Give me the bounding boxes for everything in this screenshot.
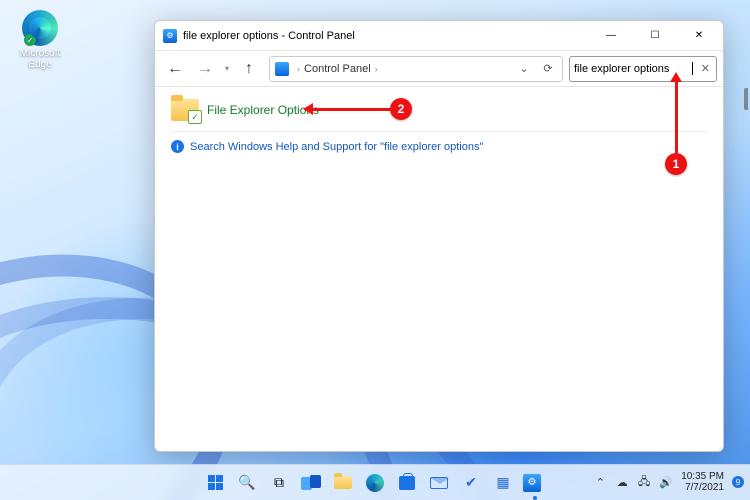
notifications-button[interactable]: 9 <box>732 476 744 488</box>
result-file-explorer-options[interactable]: ✓ File Explorer Options <box>171 99 707 121</box>
address-dropdown-button[interactable]: ⌄ <box>512 57 536 81</box>
text-caret <box>692 62 693 75</box>
taskbar-todo[interactable]: ✔ <box>458 470 484 496</box>
help-link-text: Search Windows Help and Support for "fil… <box>190 141 483 153</box>
annotation-arrowhead-2 <box>303 103 313 115</box>
annotation-arrowhead-1 <box>670 72 682 82</box>
maximize-button[interactable]: ☐ <box>633 21 677 51</box>
control-panel-window: ⚙ file explorer options - Control Panel … <box>154 20 724 452</box>
onedrive-icon[interactable]: ☁ <box>615 476 629 489</box>
clear-search-button[interactable]: ✕ <box>701 62 710 75</box>
taskbar-search-button[interactable]: 🔍 <box>234 470 260 496</box>
refresh-button[interactable]: ⟳ <box>536 57 560 81</box>
widgets-button[interactable] <box>298 470 324 496</box>
close-button[interactable]: ✕ <box>677 21 721 51</box>
volume-icon[interactable]: 🔊 <box>659 476 673 489</box>
start-button[interactable] <box>202 470 228 496</box>
results-pane: ✓ File Explorer Options i Search Windows… <box>155 87 723 451</box>
annotation-badge-1: 1 <box>665 153 687 175</box>
back-button[interactable]: ← <box>161 55 189 83</box>
clock-date: 7/7/2021 <box>681 482 724 493</box>
up-button[interactable]: ↑ <box>235 55 263 83</box>
annotation-arrow-2 <box>312 108 390 111</box>
network-icon[interactable]: 🖧 <box>637 473 651 492</box>
forward-button[interactable]: → <box>191 55 219 83</box>
edge-icon: ✓ <box>22 10 58 46</box>
breadcrumb-root[interactable]: Control Panel <box>304 63 371 75</box>
recent-locations-button[interactable]: ▾ <box>221 64 233 73</box>
info-icon: i <box>171 140 184 153</box>
taskbar-edge[interactable] <box>362 470 388 496</box>
taskbar-photos[interactable]: ▦ <box>490 470 516 496</box>
window-title: file explorer options - Control Panel <box>183 30 355 42</box>
tray-overflow-button[interactable]: ⌃ <box>593 476 607 489</box>
address-bar[interactable]: › Control Panel › ⌄ ⟳ <box>269 56 563 82</box>
control-panel-icon <box>275 62 289 76</box>
titlebar[interactable]: ⚙ file explorer options - Control Panel … <box>155 21 723 51</box>
desktop-icon-label: Microsoft Edge <box>10 48 70 70</box>
system-tray: ⌃ ☁ 🖧 🔊 10:35 PM 7/7/2021 9 <box>593 464 744 500</box>
taskbar-control-panel[interactable]: ⚙ <box>522 470 548 496</box>
taskbar-mail[interactable] <box>426 470 452 496</box>
nav-toolbar: ← → ▾ ↑ › Control Panel › ⌄ ⟳ ✕ <box>155 51 723 87</box>
taskbar-store[interactable] <box>394 470 420 496</box>
clock-time: 10:35 PM <box>681 471 724 482</box>
scroll-indicator <box>744 88 748 110</box>
annotation-arrow-1 <box>675 80 678 153</box>
minimize-button[interactable]: ― <box>589 21 633 51</box>
taskbar-file-explorer[interactable] <box>330 470 356 496</box>
sync-badge-icon: ✓ <box>24 34 36 46</box>
search-help-link[interactable]: i Search Windows Help and Support for "f… <box>171 140 707 153</box>
chevron-right-icon[interactable]: › <box>371 64 382 74</box>
control-panel-icon: ⚙ <box>163 29 177 43</box>
search-box[interactable]: ✕ <box>569 56 717 82</box>
separator <box>171 131 707 132</box>
folder-options-icon: ✓ <box>171 99 199 121</box>
annotation-badge-2: 2 <box>390 98 412 120</box>
taskbar-clock[interactable]: 10:35 PM 7/7/2021 <box>681 471 724 493</box>
task-view-button[interactable]: ⧉ <box>266 470 292 496</box>
desktop: ✓ Microsoft Edge ⚙ file explorer options… <box>0 0 750 500</box>
desktop-icon-edge[interactable]: ✓ Microsoft Edge <box>10 10 70 70</box>
chevron-right-icon[interactable]: › <box>293 64 304 74</box>
